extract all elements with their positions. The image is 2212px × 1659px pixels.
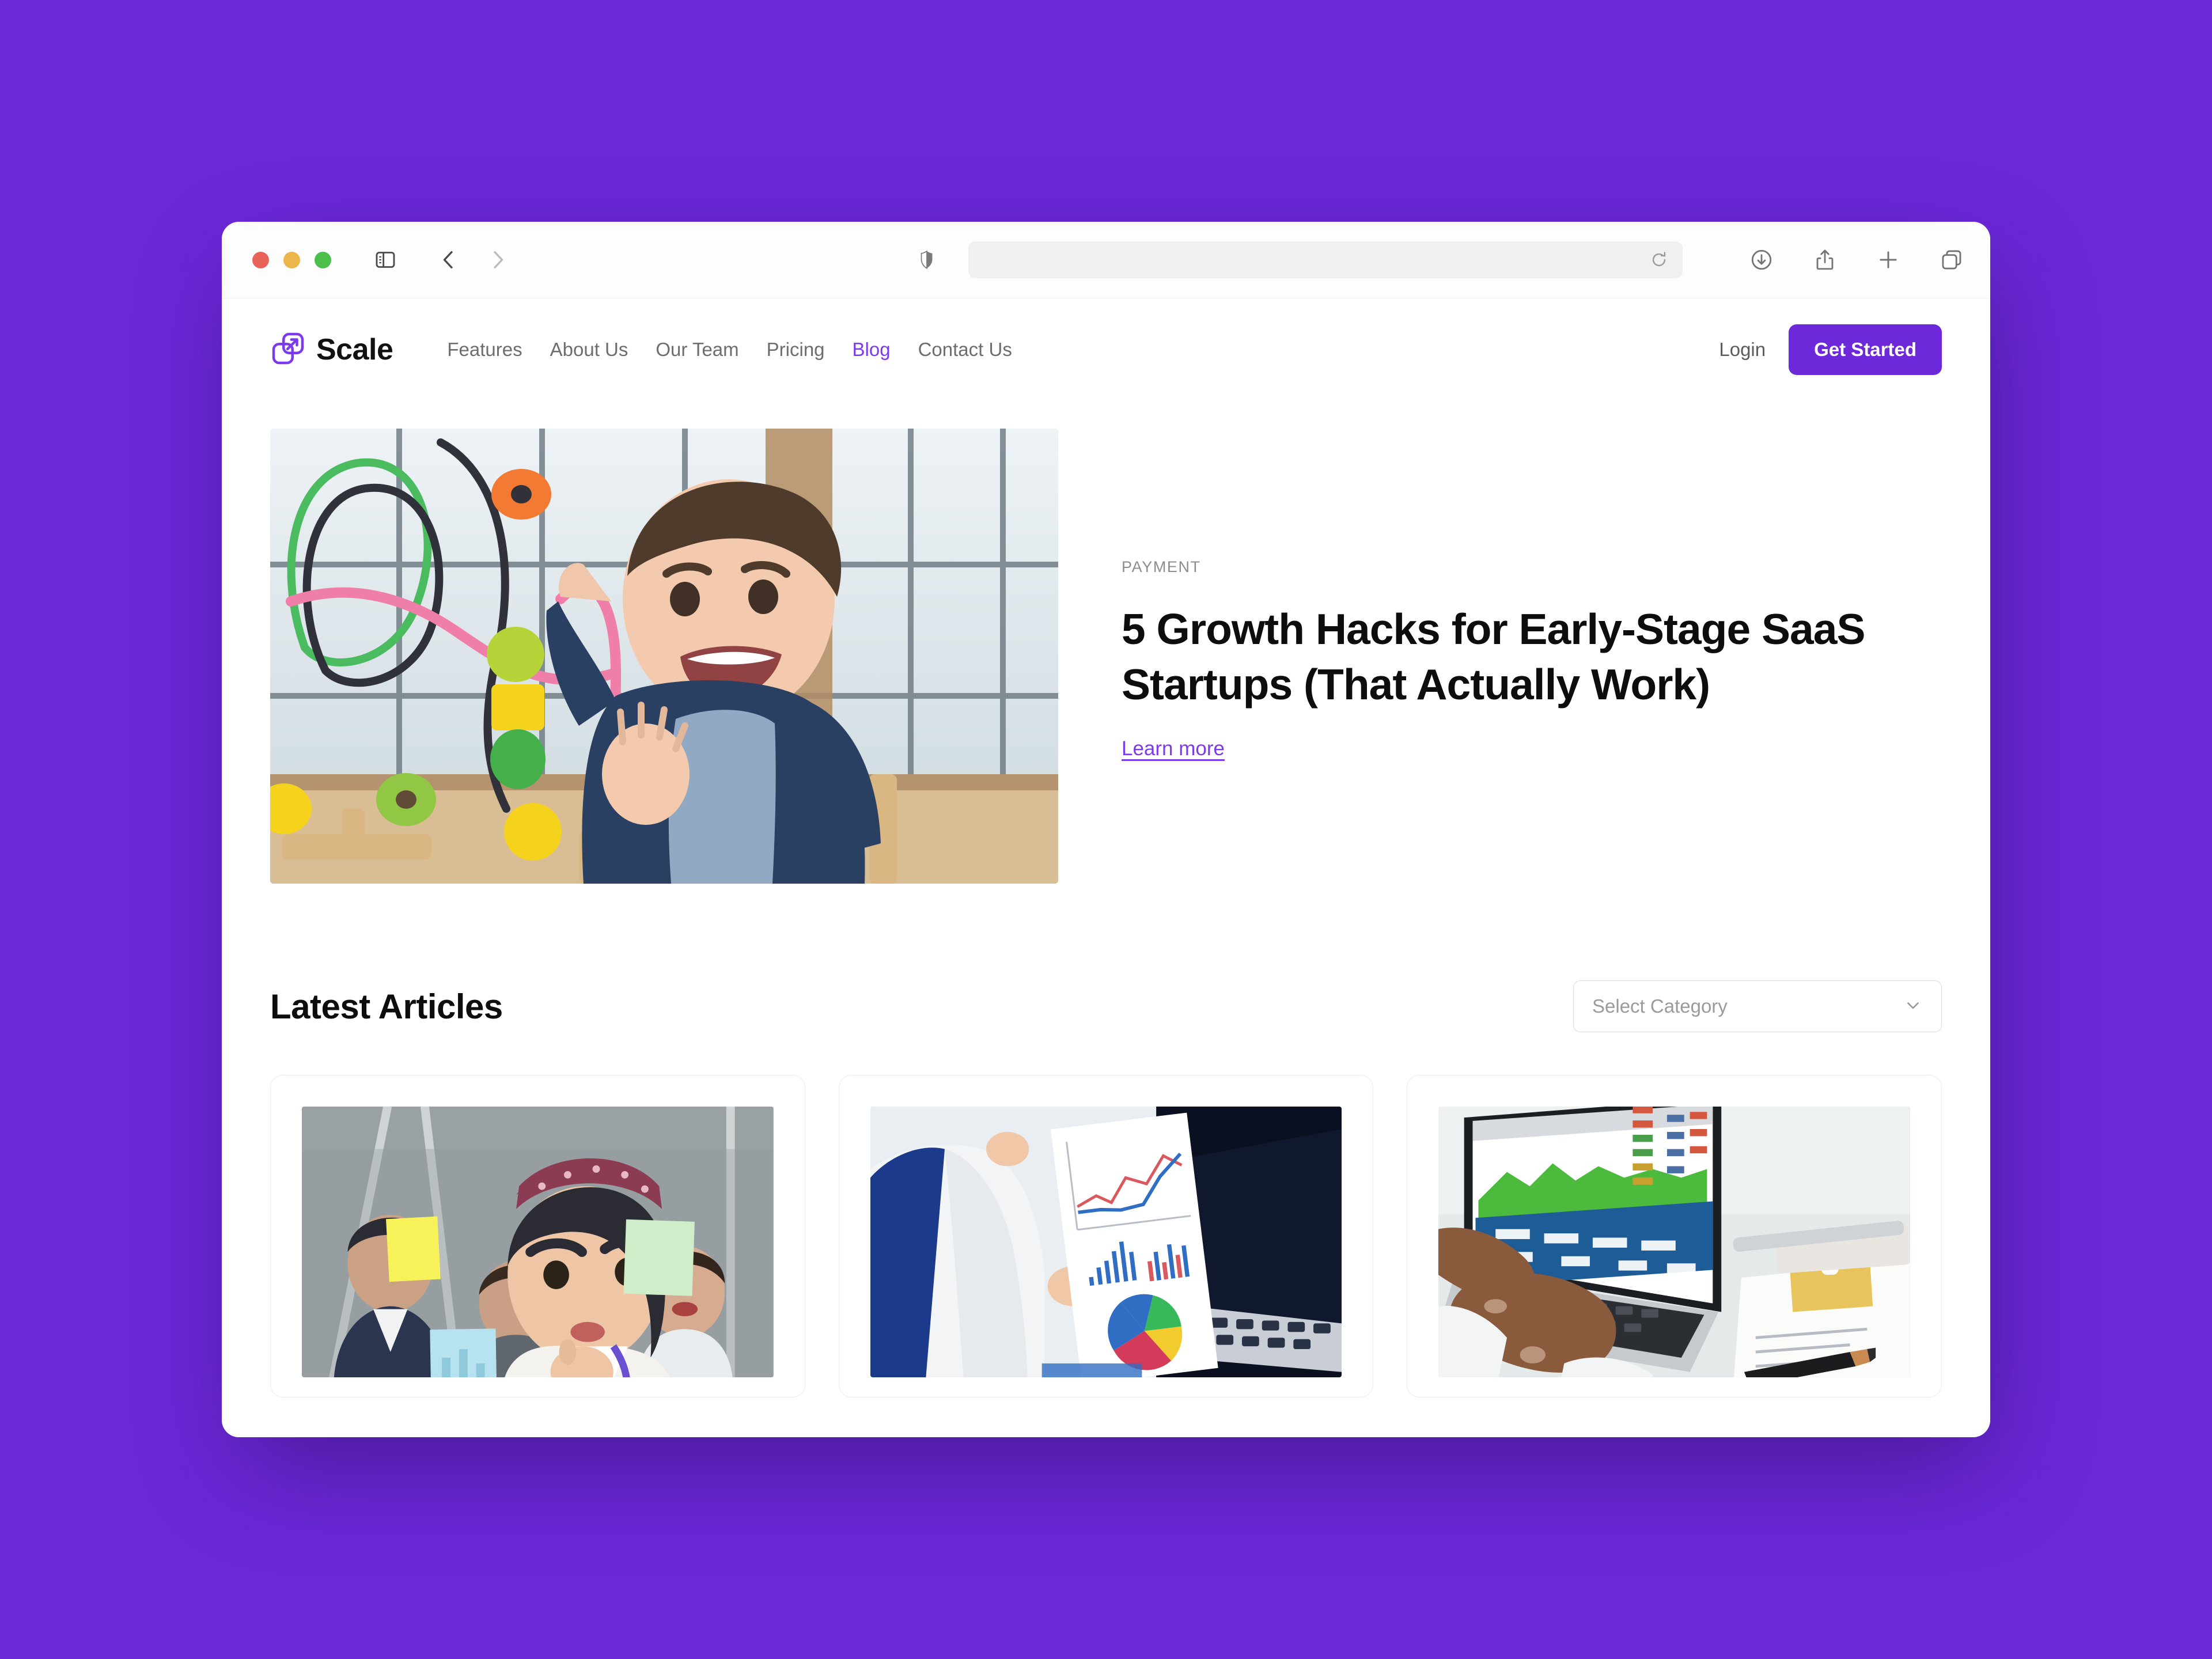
featured-article-title: 5 Growth Hacks for Early-Stage SaaS Star… bbox=[1122, 604, 1866, 709]
featured-article-image[interactable] bbox=[270, 429, 1058, 884]
reload-icon[interactable] bbox=[1649, 250, 1669, 270]
get-started-button[interactable]: Get Started bbox=[1789, 324, 1942, 375]
article-card[interactable] bbox=[1407, 1075, 1942, 1397]
featured-article-category: PAYMENT bbox=[1122, 558, 1201, 575]
nav-item-about-us[interactable]: About Us bbox=[550, 339, 628, 361]
latest-articles-header: Latest Articles Select Category bbox=[222, 884, 1990, 1032]
browser-toolbar bbox=[222, 222, 1990, 298]
site-header: Scale Features About Us Our Team Pricing… bbox=[222, 298, 1990, 379]
article-card-grid bbox=[222, 1032, 1990, 1397]
brainstorm-photo-illustration bbox=[302, 1107, 774, 1377]
sidebar-toggle-icon[interactable] bbox=[374, 248, 397, 271]
hero-photo-illustration bbox=[270, 429, 1058, 884]
chevron-right-icon[interactable] bbox=[486, 248, 509, 271]
traffic-light-controls bbox=[252, 251, 331, 268]
webpage-content: Scale Features About Us Our Team Pricing… bbox=[222, 298, 1990, 1437]
downloads-icon[interactable] bbox=[1749, 248, 1774, 272]
main-navigation: Features About Us Our Team Pricing Blog … bbox=[447, 339, 1012, 361]
learn-more-link[interactable]: Learn more bbox=[1122, 737, 1225, 760]
login-link[interactable]: Login bbox=[1719, 339, 1766, 361]
nav-item-contact-us[interactable]: Contact Us bbox=[918, 339, 1012, 361]
article-card[interactable] bbox=[270, 1075, 805, 1397]
category-filter-placeholder: Select Category bbox=[1592, 995, 1728, 1017]
tab-overview-icon[interactable] bbox=[1940, 248, 1964, 272]
brand-logo[interactable]: Scale bbox=[270, 331, 393, 369]
maximize-window-button[interactable] bbox=[315, 251, 331, 268]
close-window-button[interactable] bbox=[252, 251, 269, 268]
minimize-window-button[interactable] bbox=[283, 251, 300, 268]
browser-window: Scale Features About Us Our Team Pricing… bbox=[222, 222, 1990, 1437]
nav-item-our-team[interactable]: Our Team bbox=[656, 339, 738, 361]
chevron-left-icon[interactable] bbox=[437, 248, 460, 271]
header-actions: Login Get Started bbox=[1719, 324, 1942, 375]
article-card[interactable] bbox=[838, 1075, 1374, 1397]
category-filter-select[interactable]: Select Category bbox=[1573, 980, 1942, 1032]
analytics-report-photo-illustration bbox=[870, 1107, 1342, 1377]
laptop-spreadsheet-photo-illustration bbox=[1438, 1107, 1911, 1377]
article-card-image bbox=[870, 1107, 1342, 1377]
featured-article-text: PAYMENT 5 Growth Hacks for Early-Stage S… bbox=[1122, 552, 1942, 760]
chevron-down-icon bbox=[1903, 995, 1923, 1018]
address-bar[interactable] bbox=[968, 241, 1683, 278]
share-icon[interactable] bbox=[1813, 248, 1837, 272]
scale-logo-icon bbox=[270, 331, 306, 369]
latest-articles-title: Latest Articles bbox=[270, 987, 503, 1026]
plus-icon[interactable] bbox=[1876, 248, 1900, 272]
toolbar-right-actions bbox=[1749, 248, 1964, 272]
article-card-image bbox=[302, 1107, 774, 1377]
nav-item-features[interactable]: Features bbox=[447, 339, 522, 361]
nav-item-pricing[interactable]: Pricing bbox=[767, 339, 825, 361]
nav-item-blog[interactable]: Blog bbox=[853, 339, 891, 361]
brand-name: Scale bbox=[316, 333, 393, 366]
privacy-shield-icon[interactable] bbox=[916, 249, 938, 271]
article-card-image bbox=[1438, 1107, 1911, 1377]
featured-article: PAYMENT 5 Growth Hacks for Early-Stage S… bbox=[222, 379, 1990, 884]
